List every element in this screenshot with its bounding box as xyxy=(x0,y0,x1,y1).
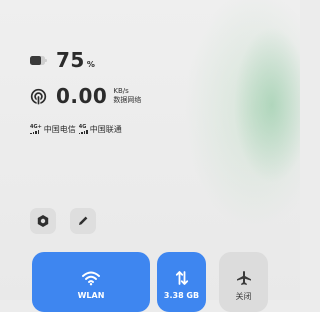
edit-button[interactable] xyxy=(70,208,96,234)
airplane-icon xyxy=(236,271,251,285)
network-speed-status: 0.00 KB/s 数据网络 xyxy=(30,84,141,108)
carrier-name-telecom: 中国电信 xyxy=(43,125,76,134)
battery-icon xyxy=(30,55,47,65)
network-speed-value: 0.00 xyxy=(56,84,108,108)
wifi-icon xyxy=(82,271,100,286)
settings-hex-icon xyxy=(37,215,49,227)
mobile-data-usage-label: 3.38 GB xyxy=(163,291,200,300)
carrier-status: 4G+ 中国电信 4G 中国联通 xyxy=(30,124,125,135)
network-type-label: 数据网络 xyxy=(113,96,142,104)
pencil-edit-icon xyxy=(79,216,88,225)
signal-4g-icon: 4G xyxy=(78,125,88,134)
hotspot-signal-icon xyxy=(30,88,47,104)
airplane-mode-label: 关闭 xyxy=(235,292,252,301)
settings-button[interactable] xyxy=(30,208,56,234)
carrier-name-unicom: 中国联通 xyxy=(89,125,122,134)
network-speed-unit: KB/s xyxy=(113,87,129,95)
wlan-label: WLAN xyxy=(77,291,105,300)
battery-status: 75 % xyxy=(30,48,95,72)
airplane-mode-tile[interactable]: 关闭 xyxy=(219,252,268,312)
battery-unit: % xyxy=(86,59,95,69)
data-transfer-icon xyxy=(175,271,188,285)
signal-4g-plus-icon: 4G+ xyxy=(30,125,42,134)
battery-percentage: 75 xyxy=(56,48,85,72)
mobile-data-toggle-tile[interactable]: 3.38 GB xyxy=(157,252,206,312)
wlan-toggle-tile[interactable]: WLAN xyxy=(32,252,150,312)
